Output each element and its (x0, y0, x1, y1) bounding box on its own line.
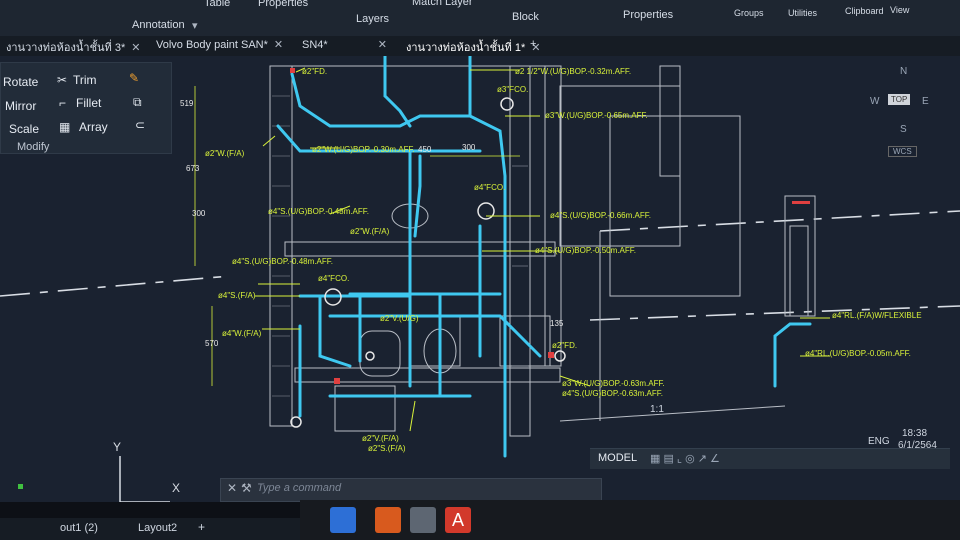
close-icon[interactable]: ✕ (227, 481, 237, 495)
clock-date: 6/1/2564 (898, 440, 937, 451)
dimension-label: 673 (186, 164, 200, 173)
annotation-label: ø3"W.(U/G)BOP.-0.65m.AFF. (545, 111, 648, 120)
clipboard-group[interactable]: Clipboard (845, 6, 884, 16)
layers-group[interactable]: Layers (356, 13, 389, 25)
dimension-label: 135 (550, 319, 564, 328)
compass-west[interactable]: W (870, 96, 879, 107)
annotation-label: ø3"W.(U/G)BOP.-0.63m.AFF. (562, 379, 665, 388)
block-group[interactable]: Block (512, 11, 539, 23)
groups-group[interactable]: Groups (734, 8, 764, 18)
grip-point (18, 484, 23, 489)
compass-north[interactable]: N (900, 66, 907, 77)
close-icon[interactable]: ✕ (378, 39, 387, 51)
annotation-label: ø2"W.(U/G)BOP.-0.30m.AFF. (312, 145, 415, 154)
fillet-icon: ⌐ (59, 96, 67, 110)
tab-file-floor1[interactable]: งานวางท่อห้องน้ำชั้นที่ 1* ✕ (406, 38, 540, 56)
add-layout-button[interactable]: + (198, 520, 205, 534)
array-button[interactable]: Array (79, 120, 108, 134)
compass-south[interactable]: S (900, 124, 907, 135)
dimension-label: 519 (180, 99, 194, 108)
annotation-label: ø2"FD. (302, 67, 327, 76)
trim-button[interactable]: Trim (73, 73, 97, 87)
wrench-icon[interactable]: ⚒ (241, 481, 252, 495)
annotation-label: ø2"V.(F/A) (362, 434, 399, 443)
tab-file-floor3[interactable]: งานวางท่อห้องน้ำชั้นที่ 3* ✕ (6, 38, 140, 56)
tab-file-volvo[interactable]: Volvo Body paint SAN* ✕ (156, 38, 283, 51)
annotation-label: ø2"FD. (552, 341, 577, 350)
annotation-label: ø4"S.(U/G)BOP.-0.48m.AFF. (268, 207, 369, 216)
annotation-scale[interactable]: 1:1 (650, 404, 664, 415)
view-group[interactable]: View (890, 5, 909, 15)
properties-group[interactable]: Properties (623, 9, 673, 21)
tab-file-sn4[interactable]: SN4* ✕ (302, 38, 387, 51)
fillet-button[interactable]: Fillet (76, 96, 101, 110)
annotation-label: ø2 1/2"W.(U/G)BOP.-0.32m.AFF. (515, 67, 631, 76)
pipe-annotations: ø2"FD. ø2 1/2"W.(U/G)BOP.-0.32m.AFF. ø3"… (205, 67, 922, 453)
compass-east[interactable]: E (922, 96, 929, 107)
annotation-label: ø4"S.(U/G)BOP.-0.66m.AFF. (550, 211, 651, 220)
tab-layout2[interactable]: Layout2 (138, 522, 177, 534)
table-button[interactable]: Table (204, 0, 230, 9)
dimension-label: 450 (418, 145, 432, 154)
offset-icon[interactable]: ⊂ (135, 118, 145, 132)
annotation-label: ø4"RL.(U/G)BOP.-0.05m.AFF. (805, 349, 911, 358)
ucs-icon: Y X (113, 440, 180, 502)
annotation-label: ø4"RL.(F/A)W/FLEXIBLE (832, 311, 922, 320)
copy-icon[interactable]: ⧉ (133, 95, 142, 110)
annotation-label: ø3"FCO. (497, 85, 528, 94)
dimension-label: 570 (205, 339, 219, 348)
utilities-group[interactable]: Utilities (788, 8, 817, 18)
pencil-icon[interactable]: ✎ (129, 71, 139, 85)
dimension-label: 300 (462, 143, 476, 152)
clock-time: 18:38 (902, 428, 928, 439)
file-tab-bar: งานวางท่อห้องน้ำชั้นที่ 3* ✕ Volvo Body p… (0, 36, 960, 57)
close-icon[interactable]: ✕ (131, 42, 140, 54)
annotation-label: ø4"S.(F/A) (218, 291, 256, 300)
annotation-label: ø4"W.(F/A) (222, 329, 262, 338)
viewcube[interactable]: N W TOP E S WCS (860, 66, 930, 157)
tab-layout1[interactable]: out1 (2) (60, 522, 98, 534)
annotation-label: ø4"FCO. (474, 183, 505, 192)
model-space-button[interactable]: MODEL (598, 452, 637, 464)
array-icon: ▦ (59, 120, 71, 134)
wcs-menu[interactable]: WCS (888, 146, 917, 157)
chevron-down-icon[interactable]: ▾ (192, 19, 198, 32)
annotation-label: ø4"S.(U/G)BOP.-0.63m.AFF. (562, 389, 663, 398)
annotation-label: ø4"S.(U/G)BOP.-0.48m.AFF. (232, 257, 333, 266)
new-tab-button[interactable]: + (530, 38, 536, 50)
svg-text:X: X (172, 481, 180, 495)
svg-text:Y: Y (113, 440, 121, 454)
grid-icon[interactable]: ▦ ▤ ⌞ ◎ ↗ ∠ (650, 452, 720, 465)
calculator-icon[interactable] (410, 507, 436, 533)
ribbon: Table Properties Match Layer Annotation … (0, 0, 960, 36)
system-tray: 1:1 ENG 18:38 6/1/2564 (650, 404, 960, 452)
properties-top-button[interactable]: Properties (258, 0, 308, 9)
trim-icon: ✂ (57, 73, 68, 87)
modify-panel: Rotate ✂ Trim ✎ Mirror ⌐ Fillet ⧉ Scale … (0, 62, 172, 154)
scale-button[interactable]: Scale (9, 122, 39, 136)
dimension-label: 300 (192, 209, 206, 218)
annotation-label: ø2"W.(F/A) (205, 149, 245, 158)
viewcube-top[interactable]: TOP (888, 94, 911, 105)
mirror-button[interactable]: Mirror (5, 99, 36, 113)
command-input[interactable]: Type a command (257, 482, 341, 494)
annotation-group[interactable]: Annotation (132, 19, 185, 31)
language-indicator[interactable]: ENG (868, 436, 890, 447)
annotation-label: ø2"S.(F/A) (368, 444, 406, 453)
annotation-label: ø2"V.(U/G) (380, 314, 419, 323)
modify-panel-title: Modify (17, 141, 50, 153)
close-icon[interactable]: ✕ (274, 39, 283, 51)
match-layer-button[interactable]: Match Layer (412, 0, 473, 8)
windows-taskbar: A (300, 500, 960, 540)
rotate-button[interactable]: Rotate (3, 75, 38, 89)
layout-tab-bar: out1 (2) Layout2 + (0, 518, 300, 540)
office-icon[interactable] (375, 507, 401, 533)
annotation-label: ø2"W.(F/A) (350, 227, 390, 236)
edge-icon[interactable] (330, 507, 356, 533)
autocad-icon[interactable]: A (445, 507, 471, 533)
command-line[interactable]: ✕ ⚒ Type a command (220, 478, 602, 502)
annotation-label: ø4"S.(U/G)BOP.-0.50m.AFF. (535, 246, 636, 255)
annotation-label: ø4"FCO. (318, 274, 349, 283)
